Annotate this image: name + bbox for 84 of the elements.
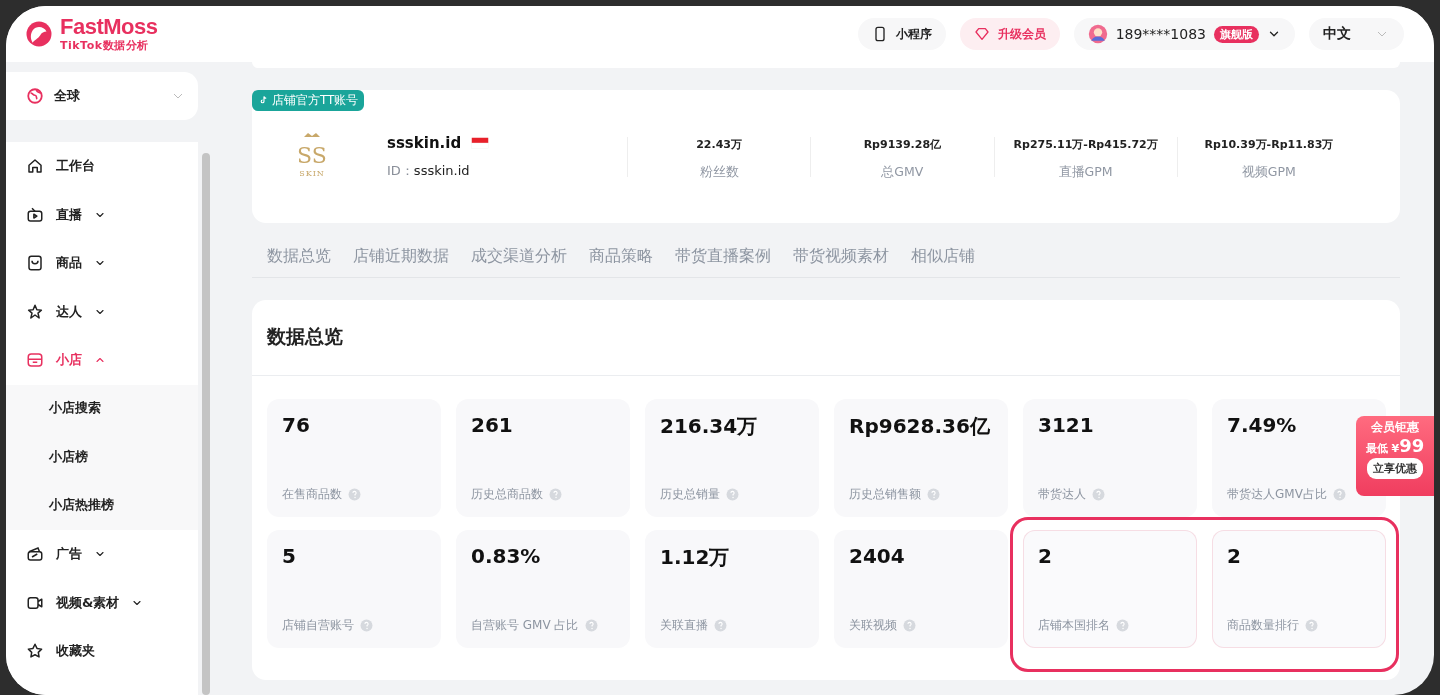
sidebar-item[interactable]: 视频&素材 <box>6 578 198 627</box>
submenu-item[interactable]: 小店搜索 <box>6 384 198 433</box>
metric-label: 在售商品数 <box>282 486 342 503</box>
metric-value: Rp9628.36亿 <box>849 413 991 440</box>
metric-label: 历史总销售额 <box>849 486 921 503</box>
stat-value: Rp275.11万-Rp415.72万 <box>1013 136 1158 152</box>
logo-text: FastMoss <box>60 15 158 38</box>
help-icon <box>903 619 916 632</box>
metric-value: 7.49% <box>1227 413 1298 437</box>
sidebar-item[interactable]: 直播 <box>6 190 198 239</box>
stat-label: 总GMV <box>881 163 924 181</box>
home-icon <box>26 157 44 176</box>
language-select[interactable]: 中文 <box>1309 18 1404 50</box>
promo-price: 最低 ¥99 <box>1365 435 1425 456</box>
sidebar-item[interactable]: 商品 <box>6 239 198 288</box>
shop-id: ID：ssskin.id <box>387 161 471 180</box>
ad-card-icon <box>26 545 44 564</box>
metric-value: 1.12万 <box>660 544 731 571</box>
metric-label: 店铺本国排名 <box>1038 617 1110 634</box>
help-icon <box>1305 619 1318 632</box>
bag-icon <box>26 254 44 273</box>
submenu-item[interactable]: 小店榜 <box>6 433 198 482</box>
help-icon <box>348 488 361 501</box>
help-icon <box>1116 619 1129 632</box>
sidebar-item[interactable]: 工作台 <box>6 142 198 191</box>
logo-icon <box>24 19 54 49</box>
stat-value: 22.43万 <box>696 136 742 152</box>
upgrade-button[interactable]: 升级会员 <box>959 18 1060 50</box>
stat-label: 视频GPM <box>1241 163 1296 181</box>
help-icon <box>927 488 940 501</box>
promo-title: 会员钜惠 <box>1371 420 1419 435</box>
user-menu[interactable]: 189****1083 旗舰版 <box>1073 18 1295 50</box>
help-icon <box>726 488 739 501</box>
metric-value: 0.83% <box>471 544 542 568</box>
account-tag: 店铺官方TT账号 <box>252 90 365 111</box>
avatar-icon <box>1087 24 1108 44</box>
metric-value: 5 <box>282 544 297 568</box>
metric-value: 2404 <box>849 544 906 568</box>
metric-label: 关联直播 <box>660 617 708 634</box>
help-icon <box>1332 488 1346 501</box>
metric-value: 216.34万 <box>660 413 759 440</box>
submenu-item[interactable]: 小店热推榜 <box>6 481 198 530</box>
stat-label: 直播GPM <box>1058 163 1113 181</box>
metric-label: 历史总商品数 <box>471 486 543 503</box>
star-icon <box>26 302 44 321</box>
logo-subtitle: TikTok数据分析 <box>60 37 150 53</box>
globe-icon <box>26 87 44 105</box>
metric-value: 2 <box>1227 544 1242 568</box>
plan-badge: 旗舰版 <box>1214 25 1259 43</box>
metric-label: 带货达人GMV占比 <box>1227 486 1327 503</box>
sidebar-item[interactable]: 广告 <box>6 530 198 579</box>
region-select[interactable]: 全球 <box>6 72 198 120</box>
sidebar-item[interactable]: 小店 <box>6 336 198 385</box>
shop-name: ssskin.id <box>387 133 462 152</box>
section-title: 数据总览 <box>252 300 1400 376</box>
metric-label: 自营账号 GMV 占比 <box>471 617 579 634</box>
metric-value: 3121 <box>1038 413 1095 437</box>
metric-value: 261 <box>471 413 514 437</box>
metric-label: 关联视频 <box>849 617 897 634</box>
stat-label: 粉丝数 <box>699 163 739 181</box>
star-icon <box>26 642 44 661</box>
metric-value: 76 <box>282 413 311 437</box>
shop-logo: SS SKIN <box>292 130 332 183</box>
sidebar-item[interactable]: 达人 <box>6 287 198 336</box>
sidebar-item[interactable]: 收藏夹 <box>6 627 198 676</box>
mini-program-button[interactable]: 小程序 <box>857 18 946 50</box>
store-icon <box>26 351 44 370</box>
help-icon <box>1092 488 1105 501</box>
metric-label: 商品数量排行 <box>1227 617 1299 634</box>
promo-button[interactable]: 立享优惠 <box>1367 458 1423 479</box>
music-note-icon <box>258 95 269 106</box>
metric-label: 带货达人 <box>1038 486 1086 503</box>
help-icon <box>714 619 727 632</box>
metric-label: 店铺自营账号 <box>282 617 354 634</box>
metric-label: 历史总销量 <box>660 486 720 503</box>
diamond-icon <box>973 26 990 42</box>
tv-icon <box>26 205 44 224</box>
help-icon <box>584 619 598 632</box>
stat-value: Rp9139.28亿 <box>863 136 942 152</box>
stat-value: Rp10.39万-Rp11.83万 <box>1204 136 1334 152</box>
metric-value: 2 <box>1038 544 1053 568</box>
help-icon <box>360 619 373 632</box>
scrollbar[interactable] <box>202 153 210 695</box>
help-icon <box>549 488 562 501</box>
